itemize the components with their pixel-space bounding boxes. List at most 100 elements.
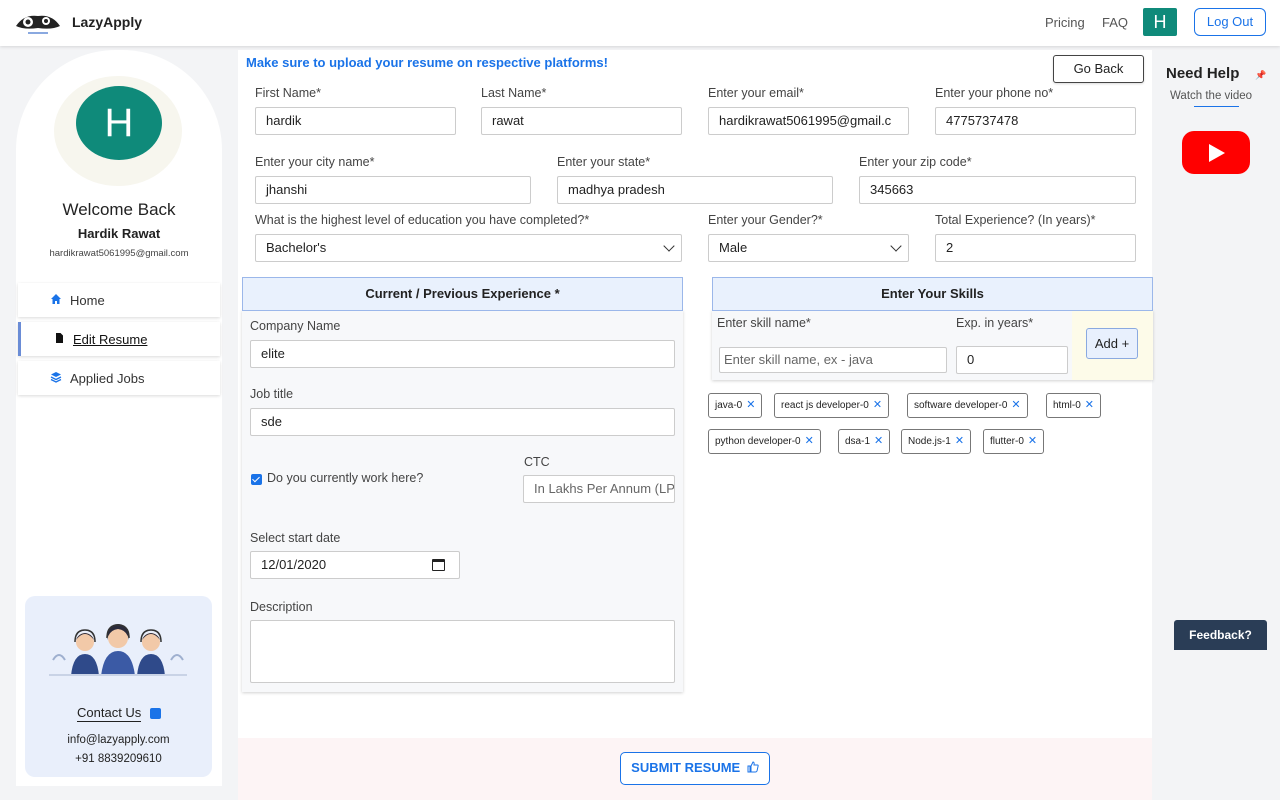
pin-icon: 📌 bbox=[1255, 70, 1267, 80]
start-date-label: Select start date bbox=[250, 531, 341, 545]
ctc-input[interactable]: In Lakhs Per Annum (LPA) bbox=[523, 475, 675, 503]
remove-skill-icon[interactable]: ✕ bbox=[1011, 399, 1020, 411]
city-input[interactable]: jhanshi bbox=[255, 176, 531, 204]
email-input[interactable]: hardikrawat5061995@gmail.c bbox=[708, 107, 909, 135]
file-icon bbox=[56, 333, 63, 343]
top-navbar: LazyApply Pricing FAQ H Log Out bbox=[0, 0, 1280, 46]
home-icon bbox=[51, 294, 61, 304]
start-date-input[interactable]: 12/01/2020 bbox=[250, 551, 460, 579]
contact-card-icon bbox=[150, 708, 161, 719]
calendar-icon[interactable] bbox=[432, 559, 445, 571]
sidebar: H Welcome Back Hardik Rawat hardikrawat5… bbox=[16, 50, 222, 786]
phone-label: Enter your phone no* bbox=[935, 86, 1054, 100]
total-experience-input[interactable]: 2 bbox=[935, 234, 1136, 262]
education-label: What is the highest level of education y… bbox=[255, 213, 590, 227]
education-select[interactable]: Bachelor's bbox=[255, 234, 682, 262]
sidebar-item-applied-jobs[interactable]: Applied Jobs bbox=[18, 361, 220, 395]
watch-video-link[interactable]: Watch the video bbox=[1170, 90, 1252, 102]
company-label: Company Name bbox=[250, 319, 341, 333]
need-help-title: Need Help bbox=[1166, 65, 1240, 82]
city-label: Enter your city name* bbox=[255, 155, 375, 169]
chevron-down-icon bbox=[663, 240, 675, 252]
education-select-value: Bachelor's bbox=[266, 240, 327, 255]
remove-skill-icon[interactable]: ✕ bbox=[955, 435, 964, 447]
last-name-input[interactable]: rawat bbox=[481, 107, 682, 135]
description-label: Description bbox=[250, 600, 313, 614]
company-input[interactable]: elite bbox=[250, 340, 675, 368]
first-name-label: First Name* bbox=[255, 86, 321, 100]
skill-chip: react js developer-0 ✕ bbox=[774, 393, 890, 418]
brand-name[interactable]: LazyApply bbox=[72, 14, 142, 30]
skill-chip: Node.js-1 ✕ bbox=[901, 429, 972, 454]
submit-resume-button[interactable]: SUBMIT RESUME bbox=[620, 752, 770, 785]
skill-chip: html-0 ✕ bbox=[1046, 393, 1102, 418]
gender-select[interactable]: Male bbox=[708, 234, 909, 262]
gender-select-value: Male bbox=[719, 240, 748, 255]
skill-chip-label: flutter-0 bbox=[990, 436, 1024, 447]
add-skill-button[interactable]: Add + bbox=[1086, 328, 1138, 359]
avatar-ring: H bbox=[54, 76, 182, 186]
lazyapply-logo-icon[interactable] bbox=[14, 10, 62, 36]
nav-pricing-link[interactable]: Pricing bbox=[1045, 15, 1085, 30]
skill-chip: python developer-0 ✕ bbox=[708, 429, 821, 454]
skill-chip-label: software developer-0 bbox=[914, 400, 1008, 411]
user-name: Hardik Rawat bbox=[77, 226, 161, 241]
currently-work-checkbox[interactable] bbox=[251, 474, 262, 485]
sidebar-item-label: Home bbox=[70, 293, 105, 308]
logout-button[interactable]: Log Out bbox=[1194, 8, 1266, 36]
contact-phone: +91 8839209610 bbox=[75, 753, 162, 765]
state-label: Enter your state* bbox=[557, 155, 651, 169]
currently-work-label: Do you currently work here? bbox=[267, 471, 424, 485]
remove-skill-icon[interactable]: ✕ bbox=[746, 399, 755, 411]
submit-resume-label: SUBMIT RESUME bbox=[631, 760, 741, 775]
skill-chip: java-0 ✕ bbox=[708, 393, 763, 418]
skill-chip-label: python developer-0 bbox=[715, 436, 801, 447]
job-title-input[interactable]: sde bbox=[250, 408, 675, 436]
remove-skill-icon[interactable]: ✕ bbox=[805, 435, 814, 447]
job-title-label: Job title bbox=[250, 387, 294, 401]
remove-skill-icon[interactable]: ✕ bbox=[873, 399, 882, 411]
sidebar-item-edit-resume[interactable]: Edit Resume bbox=[18, 322, 220, 356]
state-input[interactable]: madhya pradesh bbox=[557, 176, 833, 204]
total-experience-label: Total Experience? (In years)* bbox=[935, 213, 1096, 227]
chevron-down-icon bbox=[890, 240, 902, 252]
nav-avatar[interactable]: H bbox=[1143, 8, 1177, 36]
layers-icon bbox=[50, 372, 62, 383]
thumbs-up-icon bbox=[747, 761, 759, 773]
submit-area: SUBMIT RESUME bbox=[238, 738, 1152, 800]
avatar: H bbox=[76, 86, 162, 160]
phone-input[interactable]: 4775737478 bbox=[935, 107, 1136, 135]
skill-chip-label: Node.js-1 bbox=[908, 436, 951, 447]
skill-chip-label: html-0 bbox=[1053, 400, 1081, 411]
nav-faq-link[interactable]: FAQ bbox=[1102, 15, 1128, 30]
skill-chip-label: java-0 bbox=[715, 400, 743, 411]
help-underline bbox=[1194, 106, 1239, 107]
feedback-button[interactable]: Feedback? bbox=[1174, 620, 1267, 650]
ctc-label: CTC bbox=[524, 455, 550, 469]
skill-years-label: Exp. in years* bbox=[956, 316, 1034, 330]
skills-section-title: Enter Your Skills bbox=[712, 277, 1153, 311]
sidebar-item-label: Applied Jobs bbox=[70, 371, 145, 386]
contact-card: Contact Us info@lazyapply.com +91 883920… bbox=[25, 596, 212, 777]
description-textarea[interactable] bbox=[250, 620, 675, 683]
remove-skill-icon[interactable]: ✕ bbox=[1028, 435, 1037, 447]
youtube-play-icon[interactable] bbox=[1182, 131, 1250, 174]
skill-years-input[interactable]: 0 bbox=[956, 346, 1068, 374]
remove-skill-icon[interactable]: ✕ bbox=[1085, 399, 1094, 411]
go-back-button[interactable]: Go Back bbox=[1053, 55, 1144, 83]
welcome-text: Welcome Back bbox=[62, 200, 176, 219]
skill-name-label: Enter skill name* bbox=[717, 316, 811, 330]
sidebar-item-home[interactable]: Home bbox=[18, 283, 220, 317]
skill-chip-label: dsa-1 bbox=[845, 436, 871, 447]
last-name-label: Last Name* bbox=[481, 86, 547, 100]
remove-skill-icon[interactable]: ✕ bbox=[874, 435, 883, 447]
sidebar-item-label: Edit Resume bbox=[73, 332, 148, 347]
zip-input[interactable]: 345663 bbox=[859, 176, 1136, 204]
first-name-input[interactable]: hardik bbox=[255, 107, 456, 135]
contact-us-link[interactable]: Contact Us bbox=[77, 705, 142, 722]
experience-section-title: Current / Previous Experience * bbox=[242, 277, 683, 311]
skill-name-input[interactable]: Enter skill name, ex - java bbox=[719, 347, 947, 373]
add-skill-area: Add + bbox=[1072, 310, 1153, 380]
gender-label: Enter your Gender?* bbox=[708, 213, 823, 227]
email-label: Enter your email* bbox=[708, 86, 804, 100]
